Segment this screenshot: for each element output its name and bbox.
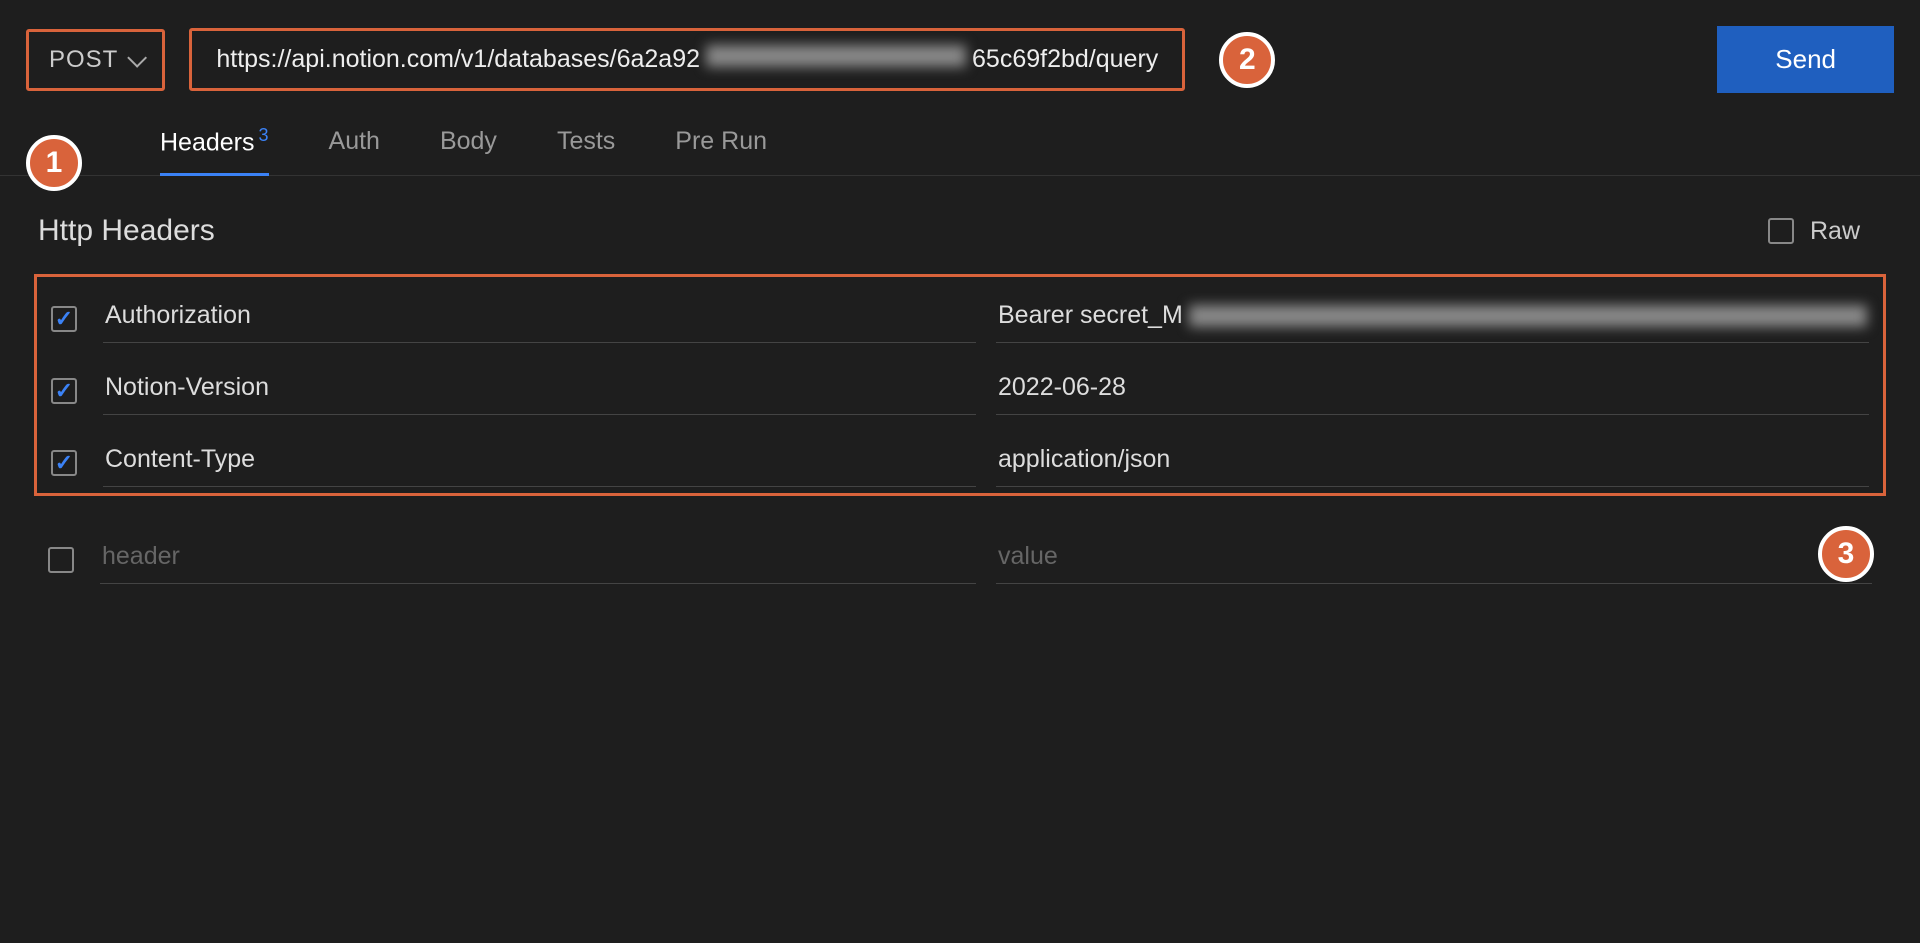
request-url-input[interactable]: https://api.notion.com/v1/databases/6a2a…	[189, 28, 1185, 91]
http-method-select[interactable]: POST	[26, 29, 165, 91]
tab-auth[interactable]: Auth	[329, 127, 380, 174]
tab-badge: 3	[259, 125, 269, 145]
callout-badge-1: 1	[26, 135, 82, 191]
header-enable-checkbox[interactable]	[51, 378, 77, 404]
header-value-prefix: Bearer secret_M	[998, 301, 1183, 330]
header-name-input[interactable]	[103, 367, 976, 415]
url-redacted	[706, 45, 966, 67]
header-row-new	[34, 518, 1886, 590]
header-row: Bearer secret_M	[37, 277, 1883, 349]
tab-headers[interactable]: Headers3	[160, 125, 269, 175]
header-value-input[interactable]	[996, 439, 1869, 487]
header-value-redacted	[1189, 305, 1867, 327]
callout-badge-3: 3	[1818, 526, 1874, 582]
callout-badge-2: 2	[1219, 32, 1275, 88]
header-value-input[interactable]	[996, 536, 1872, 584]
header-name-input[interactable]	[103, 439, 976, 487]
tab-tests[interactable]: Tests	[557, 127, 615, 174]
url-suffix: 65c69f2bd/query	[972, 45, 1158, 74]
header-row	[37, 349, 1883, 421]
tab-label: Headers	[160, 128, 255, 156]
tab-body[interactable]: Body	[440, 127, 497, 174]
url-prefix: https://api.notion.com/v1/databases/6a2a…	[216, 45, 700, 74]
header-name-input[interactable]	[103, 295, 976, 343]
header-row	[37, 421, 1883, 493]
header-enable-checkbox[interactable]	[48, 547, 74, 573]
headers-section-title: Http Headers	[38, 214, 215, 248]
header-enable-checkbox[interactable]	[51, 450, 77, 476]
header-value-input[interactable]: Bearer secret_M	[996, 295, 1869, 343]
headers-list-highlighted: Bearer secret_M	[34, 274, 1886, 496]
chevron-down-icon	[128, 47, 148, 67]
http-method-label: POST	[49, 46, 118, 74]
send-button[interactable]: Send	[1717, 26, 1894, 93]
raw-checkbox[interactable]	[1768, 218, 1794, 244]
tab-pre-run[interactable]: Pre Run	[675, 127, 767, 174]
header-name-input[interactable]	[100, 536, 976, 584]
header-value-input[interactable]	[996, 367, 1869, 415]
request-tabs: Headers3 Auth Body Tests Pre Run	[0, 103, 1920, 176]
header-enable-checkbox[interactable]	[51, 306, 77, 332]
raw-label: Raw	[1810, 217, 1860, 246]
